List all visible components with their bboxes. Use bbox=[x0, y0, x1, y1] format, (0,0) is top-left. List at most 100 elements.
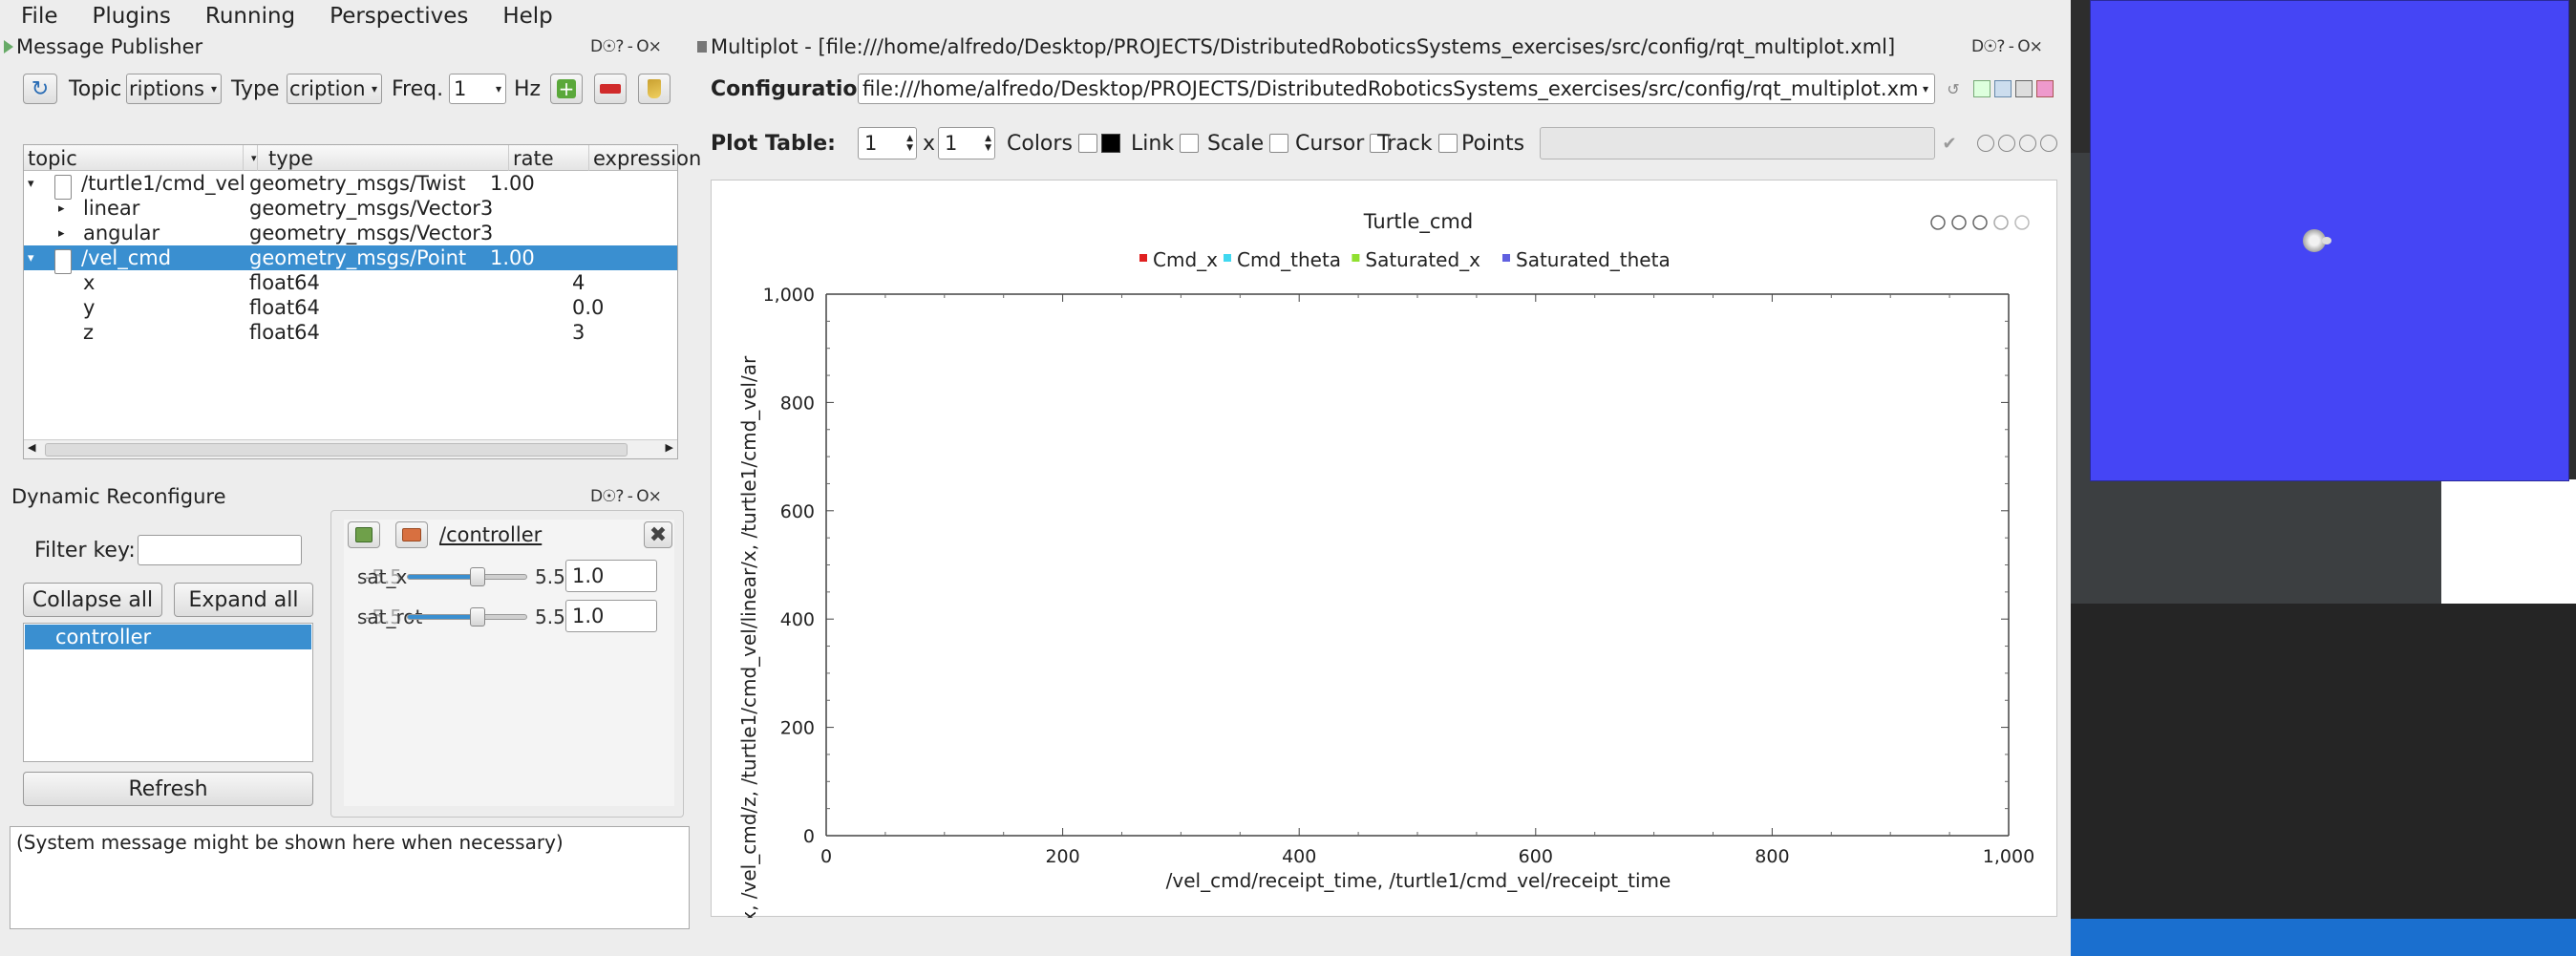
new-config-icon[interactable] bbox=[1973, 80, 1991, 97]
terminal-background bbox=[2071, 604, 2576, 919]
param-slider-handle[interactable] bbox=[470, 607, 486, 627]
x-axis-label: /vel_cmd/receipt_time, /turtle1/cmd_vel/… bbox=[1166, 869, 1671, 892]
filter-key-input[interactable] bbox=[138, 535, 302, 565]
col-topic[interactable]: topic bbox=[24, 145, 244, 171]
plot-clear-icon[interactable] bbox=[1972, 215, 1988, 230]
collapse-arrow-icon[interactable]: ▾ bbox=[28, 245, 34, 270]
scroll-left-icon[interactable]: ◀ bbox=[28, 441, 35, 454]
refresh-topics-button[interactable]: ↻ bbox=[23, 74, 57, 104]
add-publisher-button[interactable]: + bbox=[550, 74, 583, 104]
spin-arrows-icon[interactable]: ▲ ▼ bbox=[985, 134, 994, 153]
tree-row[interactable]: x float64 4 bbox=[24, 270, 677, 295]
scroll-right-icon[interactable]: ▶ bbox=[666, 441, 673, 454]
col-expression[interactable]: expression bbox=[589, 145, 701, 171]
colors-option[interactable]: Colors bbox=[1007, 127, 1120, 159]
horizontal-scrollbar[interactable]: ◀ ▶ bbox=[24, 439, 677, 458]
clear-config-icon[interactable]: ↺ bbox=[1943, 78, 1964, 99]
collapse-arrow-icon[interactable]: ▾ bbox=[28, 171, 34, 196]
track-checkbox[interactable] bbox=[1437, 134, 1458, 153]
topic-combo[interactable]: riptions ▾ bbox=[126, 74, 222, 104]
plot-canvas[interactable]: Turtle_cmd Cmd_x Cmd_theta Saturated_x Satu… bbox=[711, 180, 2058, 918]
export-icon[interactable] bbox=[2040, 135, 2057, 152]
dynreconf-panel-title: Dynamic Reconfigure bbox=[11, 485, 226, 508]
param-value-input[interactable]: 1.0 bbox=[565, 560, 657, 592]
node-item-controller[interactable]: controller bbox=[25, 625, 311, 649]
plot-cols-spinbox[interactable]: 1 ▲ ▼ bbox=[938, 127, 995, 159]
save-as-config-icon[interactable] bbox=[2036, 80, 2054, 97]
y-tick-label: 0 bbox=[803, 826, 815, 847]
expand-arrow-icon[interactable]: ▸ bbox=[58, 196, 65, 221]
dynreconf-window-controls[interactable]: D☉? - O× bbox=[590, 482, 662, 511]
row-expression[interactable]: 3 bbox=[572, 320, 585, 345]
configuration-combo[interactable]: file:///home/alfredo/Desktop/PROJECTS/Di… bbox=[858, 74, 1935, 104]
spin-arrows-icon[interactable]: ▲ ▼ bbox=[906, 134, 916, 153]
clear-publishers-button[interactable] bbox=[638, 74, 671, 104]
param-slider[interactable] bbox=[407, 607, 527, 627]
row-expression[interactable]: 0.0 bbox=[572, 295, 604, 320]
node-list[interactable]: controller bbox=[23, 623, 313, 762]
link-checkbox[interactable] bbox=[1180, 134, 1200, 153]
publisher-window-controls[interactable]: D☉? - O× bbox=[590, 32, 662, 61]
menu-file[interactable]: File bbox=[0, 4, 72, 29]
scale-checkbox[interactable] bbox=[1269, 134, 1289, 153]
chevron-down-icon: ▾ bbox=[1922, 82, 1928, 96]
menu-plugins[interactable]: Plugins bbox=[72, 4, 184, 29]
scrollbar-thumb[interactable] bbox=[45, 443, 628, 457]
plot-pause-icon[interactable] bbox=[1951, 215, 1967, 230]
tree-row[interactable]: ▸ angular geometry_msgs/Vector3 bbox=[24, 221, 677, 245]
tree-row[interactable]: ▾ /turtle1/cmd_vel geometry_msgs/Twist 1… bbox=[24, 171, 677, 200]
multiplot-window-controls[interactable]: D☉? - O× bbox=[1971, 32, 2043, 61]
play-icon[interactable] bbox=[1977, 135, 1994, 152]
row-topic: x bbox=[83, 271, 96, 294]
col-type[interactable]: type bbox=[265, 145, 509, 171]
plot-rows-spinbox[interactable]: 1 ▲ ▼ bbox=[858, 127, 917, 159]
tree-row[interactable]: ▸ linear geometry_msgs/Vector3 bbox=[24, 196, 677, 221]
colors-black-swatch[interactable] bbox=[1100, 134, 1120, 153]
param-name: sat_x bbox=[357, 565, 408, 588]
colors-white-swatch[interactable] bbox=[1077, 134, 1097, 153]
track-option[interactable]: Track bbox=[1377, 127, 1465, 159]
param-slider-handle[interactable] bbox=[470, 567, 486, 586]
link-option[interactable]: Link bbox=[1131, 127, 1206, 159]
menu-running[interactable]: Running bbox=[184, 4, 309, 29]
tree-row-selected[interactable]: ▾ /vel_cmd geometry_msgs/Point 1.00 bbox=[24, 245, 677, 274]
menu-perspectives[interactable]: Perspectives bbox=[309, 4, 481, 29]
legend-swatch bbox=[1352, 254, 1360, 262]
refresh-button[interactable]: Refresh bbox=[23, 772, 313, 806]
expand-arrow-icon[interactable]: ▸ bbox=[58, 221, 65, 245]
pause-icon[interactable] bbox=[1998, 135, 2015, 152]
tree-row[interactable]: z float64 3 bbox=[24, 320, 677, 345]
close-node-button[interactable]: ✖ bbox=[644, 521, 672, 548]
tree-row[interactable]: y float64 0.0 bbox=[24, 295, 677, 320]
param-slider[interactable] bbox=[407, 567, 527, 586]
freq-combo[interactable]: 1 ▾ bbox=[449, 74, 506, 104]
check-icon[interactable]: ✔ bbox=[1939, 132, 1960, 155]
save-params-button[interactable] bbox=[348, 521, 380, 548]
expand-all-button[interactable]: Expand all bbox=[174, 583, 313, 617]
publisher-panel-title: Message Publisher bbox=[4, 32, 202, 61]
filter-key-label: Filter key: bbox=[34, 538, 136, 563]
scale-option[interactable]: Scale bbox=[1207, 127, 1296, 159]
remove-publisher-button[interactable] bbox=[594, 74, 627, 104]
turtlesim-window[interactable] bbox=[2090, 0, 2569, 481]
row-expression[interactable]: 4 bbox=[572, 270, 585, 295]
type-combo[interactable]: cription ▾ bbox=[287, 74, 382, 104]
publisher-tree[interactable]: topic ▾ type rate expression ▾ /turtle1/… bbox=[23, 144, 701, 459]
param-value-input[interactable]: 1.0 bbox=[565, 600, 657, 632]
open-config-icon[interactable] bbox=[1994, 80, 2012, 97]
clear-icon[interactable] bbox=[2019, 135, 2036, 152]
node-path-label: /controller bbox=[439, 523, 543, 546]
topic-label: Topic bbox=[69, 76, 122, 101]
plot-play-icon[interactable] bbox=[1930, 215, 1946, 230]
collapse-all-button[interactable]: Collapse all bbox=[23, 583, 162, 617]
chevron-down-icon: ▾ bbox=[371, 82, 377, 96]
turtle-cmd-chart[interactable]: Turtle_cmd Cmd_x Cmd_theta Saturated_x Satu… bbox=[712, 181, 2058, 918]
load-params-button[interactable] bbox=[395, 521, 428, 548]
menu-help[interactable]: Help bbox=[481, 4, 565, 29]
plot-settings-icon[interactable] bbox=[1993, 215, 2009, 230]
save-config-icon[interactable] bbox=[2015, 80, 2033, 97]
col-rate[interactable]: rate bbox=[509, 145, 589, 171]
legend-swatch bbox=[1224, 254, 1231, 262]
plot-zoom-icon[interactable] bbox=[2014, 215, 2030, 230]
points-option[interactable]: Points bbox=[1461, 127, 1524, 159]
